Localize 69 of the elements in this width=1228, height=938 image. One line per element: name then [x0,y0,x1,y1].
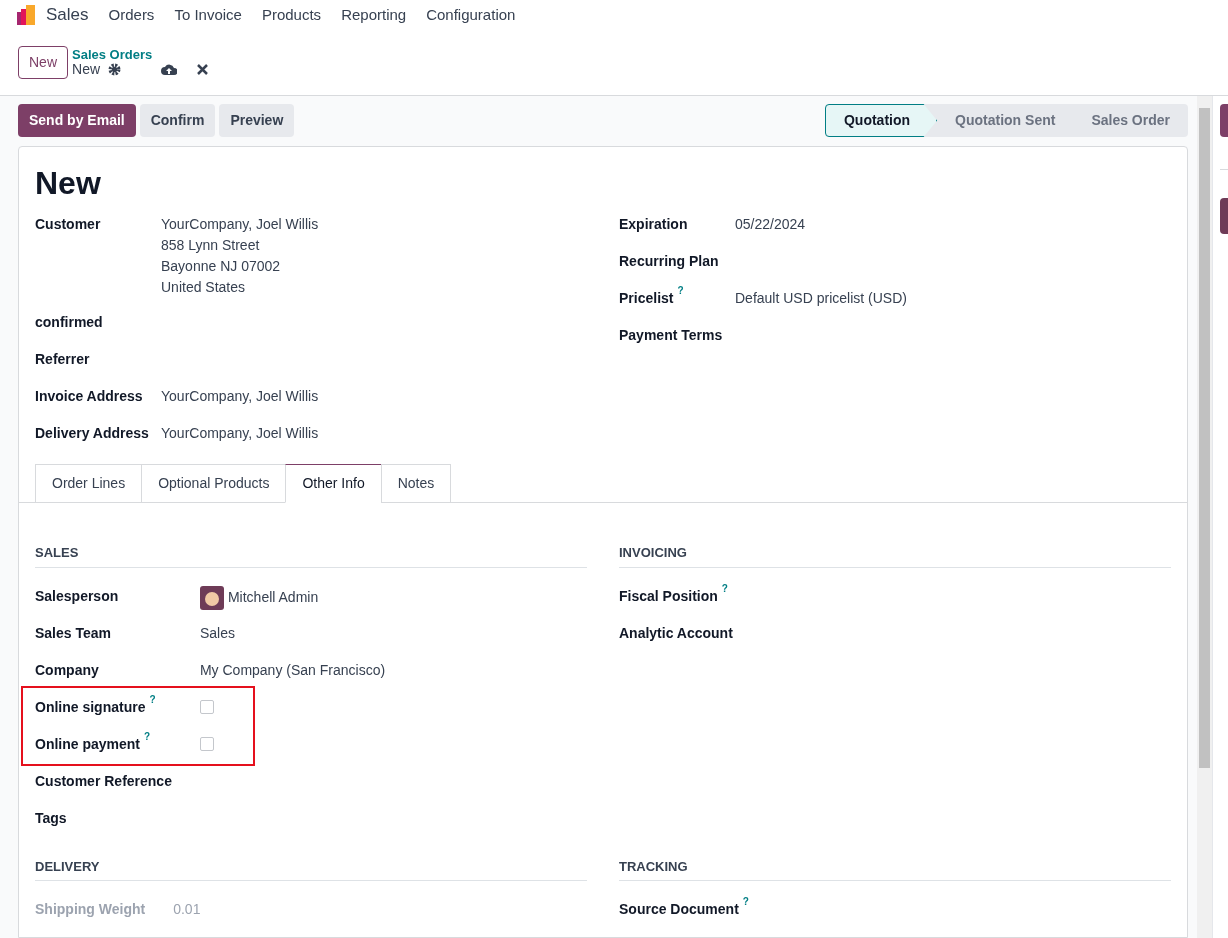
field-label: Pricelist [619,289,674,308]
tab[interactable]: Other Info [285,464,382,503]
field-label: Online payment [35,734,141,754]
status-stage[interactable]: Quotation [824,104,938,137]
field-label: Source Document [619,900,739,919]
field-label: Analytic Account [619,623,733,643]
settings-icon[interactable] [108,63,122,76]
field-label: Salesperson [35,586,119,606]
help-icon[interactable]: ? [149,694,156,705]
avatar-icon [199,585,224,610]
field-label: Tags [35,808,67,828]
field-value[interactable]: YourCompany, Joel Willis [161,386,587,407]
field-label: Company [35,660,99,680]
field-value[interactable]: My Company (San Francisco) [199,661,386,678]
record-title: New [35,164,102,203]
field-value[interactable]: United States [161,277,587,298]
field-label: Expiration [619,215,688,234]
help-icon[interactable]: ? [677,286,684,296]
help-icon[interactable]: ? [721,583,728,594]
app-logo-icon[interactable] [16,4,38,26]
field-label: Customer [35,216,101,232]
new-button[interactable]: New [18,46,68,79]
action-button[interactable]: Send by Email [18,104,136,137]
help-icon[interactable]: ? [144,731,151,742]
field-label: Payment Terms [619,326,723,345]
field-value: 0.01 [173,901,201,917]
field-label: Invoice Address [35,388,143,404]
menu-item[interactable]: Orders [108,3,155,27]
field-value[interactable]: Bayonne NJ 07002 [161,256,587,277]
menu-item[interactable]: Reporting [341,3,407,27]
field-value[interactable]: Sales [199,624,235,641]
field-label: Shipping Weight [35,900,146,919]
cloud-upload-icon[interactable] [161,63,178,76]
checkbox[interactable] [199,699,214,714]
section-title: SALES [35,543,587,568]
field-value[interactable]: 05/22/2024 [735,216,806,232]
close-icon[interactable] [197,64,209,75]
field-value[interactable]: YourCompany, Joel Willis [161,423,587,444]
field-value[interactable]: Default USD pricelist (USD) [735,290,907,306]
field-value[interactable]: 858 Lynn Street [161,235,587,256]
app-name[interactable]: Sales [46,2,89,28]
breadcrumb-current: New [72,62,101,77]
status-stage[interactable]: Quotation Sent [937,104,1074,137]
field-label: Referrer [35,351,90,367]
checkbox[interactable] [199,736,214,751]
section-title: TRACKING [619,856,1171,881]
field-label: Recurring Plan [619,252,719,271]
menu-item[interactable]: To Invoice [174,3,242,27]
avatar-placeholder [1220,198,1228,234]
field-label: Online signature [35,697,146,717]
section-title: DELIVERY [35,856,587,881]
field-label: Sales Team [35,623,111,643]
section-title: INVOICING [619,543,1171,568]
action-button[interactable]: Confirm [139,104,216,137]
chatter-button[interactable] [1220,104,1228,137]
field-label: confirmed [35,314,103,330]
tab[interactable]: Order Lines [35,464,143,503]
field-label: Delivery Address [35,425,149,441]
menu-item[interactable]: Configuration [426,3,516,27]
help-icon[interactable]: ? [742,897,749,907]
menu-item[interactable]: Products [261,3,322,27]
action-button[interactable]: Preview [219,104,295,137]
field-label: Fiscal Position [619,586,718,606]
breadcrumb-link[interactable]: Sales Orders [72,47,209,62]
field-value[interactable]: YourCompany, Joel Willis [161,214,587,235]
tab[interactable]: Notes [380,464,452,503]
field-label: Customer Reference [35,771,172,791]
status-stage[interactable]: Sales Order [1073,104,1188,137]
field-value[interactable]: Mitchell Admin [227,587,319,608]
